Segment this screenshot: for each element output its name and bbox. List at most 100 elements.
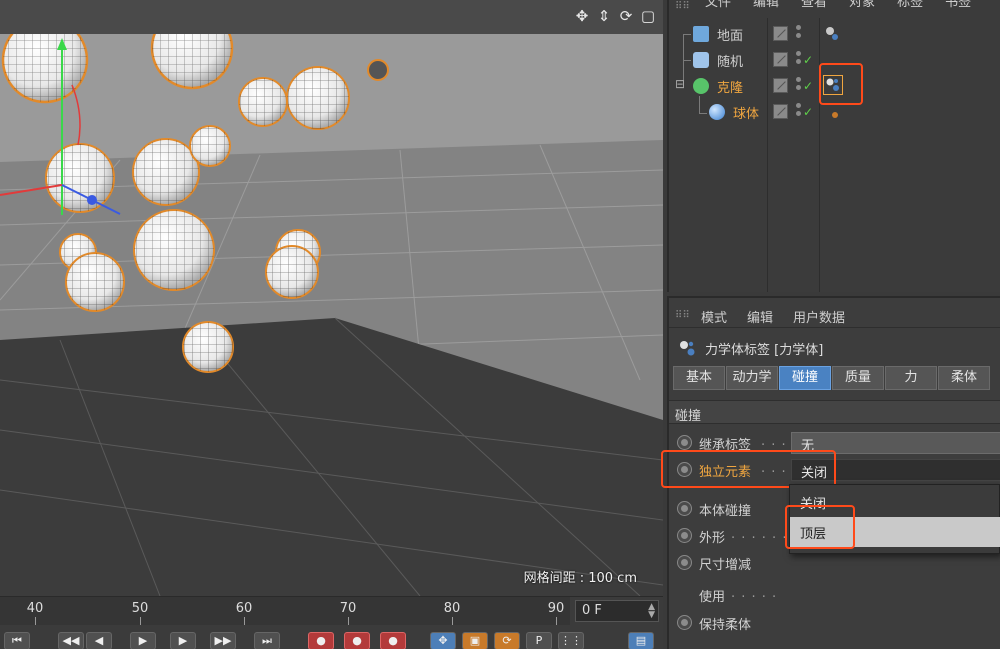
tick-label: 70 [339, 601, 357, 616]
visibility-dots[interactable] [796, 51, 802, 67]
animate-radio-icon[interactable] [677, 555, 692, 570]
tag-icon[interactable] [823, 24, 843, 44]
keyframe-selection-icon[interactable]: ● [380, 632, 406, 649]
current-frame-field[interactable]: 0 F ▲ ▼ [575, 600, 659, 622]
transport-controls: ⏮ ◀◀ ◀ ▶ ▶ ▶▶ ⏭ ● ● ● ✥ ▣ ⟳ P ⋮⋮ ▤ [0, 629, 663, 649]
goto-end-icon[interactable]: ⏭ [254, 632, 280, 649]
object-manager: ⠿⠿ 文件 编辑 查看 对象 标签 书签 地面 随机 ✓ ⊟ 克隆 ✓ 球体 ✓ [667, 0, 1000, 292]
layer-icon[interactable] [773, 78, 788, 93]
layer-icon[interactable] [773, 104, 788, 119]
spinner-icon[interactable]: ▲ ▼ [648, 603, 655, 620]
maximize-view-icon[interactable]: ▢ [639, 6, 657, 26]
attribute-manager: ⠿⠿ 模式 编辑 用户数据 力学体标签 [力学体] 基本 动力学 碰撞 质量 力… [661, 296, 1000, 649]
object-name: 球体 [733, 107, 760, 122]
menu-file[interactable]: 文件 [705, 0, 731, 14]
viewport-nav-icons: ✥ ⇕ ⟳ ▢ [573, 6, 657, 26]
tick-label: 80 [443, 601, 461, 616]
animate-radio-icon[interactable] [677, 615, 692, 630]
animate-radio-icon[interactable] [677, 435, 692, 450]
tick-label: 50 [131, 601, 149, 616]
tab-soft-body[interactable]: 柔体 [938, 366, 990, 390]
tick-label: 60 [235, 601, 253, 616]
cloner-icon [693, 78, 709, 94]
prev-key-icon[interactable]: ◀◀ [58, 632, 84, 649]
viewport-header [0, 0, 663, 34]
highlight-box [661, 450, 836, 488]
visibility-dots[interactable] [796, 77, 802, 93]
menu-mode[interactable]: 模式 [701, 307, 727, 327]
animate-radio-icon[interactable] [677, 528, 692, 543]
enabled-check-icon[interactable]: ✓ [803, 53, 813, 67]
attribute-manager-menu: ⠿⠿ 模式 编辑 用户数据 [669, 298, 1000, 328]
dolly-view-icon[interactable]: ⇕ [595, 6, 613, 26]
object-row-floor[interactable]: 地面 [669, 21, 1000, 47]
play-icon[interactable]: ▶ [130, 632, 156, 649]
scale-key-icon[interactable]: ▣ [462, 632, 488, 649]
timeline-icon[interactable]: ▤ [628, 632, 654, 649]
section-title: 碰撞 [669, 400, 1000, 424]
menu-edit[interactable]: 编辑 [747, 307, 773, 327]
object-row-sphere[interactable]: 球体 ✓ [669, 99, 1000, 125]
prop-dots: . . . [761, 434, 787, 449]
tick-label: 40 [26, 601, 44, 616]
tab-mass[interactable]: 质量 [832, 366, 884, 390]
next-key-icon[interactable]: ▶▶ [210, 632, 236, 649]
highlight-box [785, 505, 855, 549]
attribute-title-text: 力学体标签 [力学体] [705, 342, 824, 358]
prop-dots: . . . . . [731, 586, 778, 601]
menu-view[interactable]: 查看 [801, 0, 827, 14]
viewport-scene[interactable] [0, 0, 663, 596]
prop-label: 保持柔体 [699, 618, 752, 633]
object-manager-menu: ⠿⠿ 文件 编辑 查看 对象 标签 书签 [669, 0, 1000, 14]
menu-tags[interactable]: 标签 [897, 0, 923, 14]
prop-label: 使用 [699, 590, 726, 605]
grip-icon[interactable]: ⠿⠿ [675, 0, 690, 14]
visibility-dots[interactable] [796, 25, 802, 41]
grip-icon[interactable]: ⠿⠿ [675, 310, 690, 321]
record-icon[interactable]: ● [308, 632, 334, 649]
animate-radio-icon[interactable] [677, 501, 692, 516]
3d-viewport[interactable]: ✥ ⇕ ⟳ ▢ 网格间距 : 100 cm [0, 0, 663, 596]
prop-label: 本体碰撞 [699, 504, 752, 519]
tag-icon[interactable] [823, 102, 843, 122]
rotate-view-icon[interactable]: ⟳ [617, 6, 635, 26]
timeline-ruler[interactable]: 40 50 60 70 80 90 [0, 597, 570, 625]
move-view-icon[interactable]: ✥ [573, 6, 591, 26]
layer-icon[interactable] [773, 26, 788, 41]
timeline[interactable]: 40 50 60 70 80 90 0 F ▲ ▼ ⏮ ◀◀ ◀ ▶ ▶ ▶▶ ⏭… [0, 596, 663, 649]
current-frame-value: 0 F [582, 603, 602, 618]
object-name: 地面 [717, 29, 744, 44]
prop-label: 尺寸增减 [699, 558, 752, 573]
move-key-icon[interactable]: ✥ [430, 632, 456, 649]
tick-label: 90 [547, 601, 565, 616]
dynamics-tag-icon [680, 341, 695, 356]
autokey-icon[interactable]: ● [344, 632, 370, 649]
point-key-icon[interactable]: ⋮⋮ [558, 632, 584, 649]
menu-user-data[interactable]: 用户数据 [793, 307, 845, 327]
prop-keep-soft-body[interactable]: 保持柔体 [669, 610, 1000, 636]
attribute-title: 力学体标签 [力学体] [677, 338, 823, 358]
param-key-icon[interactable]: P [526, 632, 552, 649]
next-frame-icon[interactable]: ▶ [170, 632, 196, 649]
prop-use[interactable]: 使用 . . . . . [669, 582, 1000, 608]
layer-icon[interactable] [773, 52, 788, 67]
enabled-check-icon[interactable]: ✓ [803, 79, 813, 93]
attribute-tabs: 基本 动力学 碰撞 质量 力 柔体 [673, 366, 991, 390]
enabled-check-icon[interactable]: ✓ [803, 105, 813, 119]
tab-collision[interactable]: 碰撞 [779, 366, 831, 390]
object-name: 随机 [717, 55, 744, 70]
collapse-icon[interactable]: ⊟ [675, 77, 685, 91]
menu-bookmarks[interactable]: 书签 [945, 0, 971, 14]
tab-basic[interactable]: 基本 [673, 366, 725, 390]
menu-edit[interactable]: 编辑 [753, 0, 779, 14]
tab-force[interactable]: 力 [885, 366, 937, 390]
grid-spacing-label: 网格间距 : 100 cm [523, 571, 637, 586]
prop-label: 外形 [699, 531, 726, 546]
rotate-key-icon[interactable]: ⟳ [494, 632, 520, 649]
visibility-dots[interactable] [796, 103, 802, 119]
goto-start-icon[interactable]: ⏮ [4, 632, 30, 649]
menu-object[interactable]: 对象 [849, 0, 875, 14]
floor-icon [693, 26, 709, 42]
prev-frame-icon[interactable]: ◀ [86, 632, 112, 649]
tab-dynamics[interactable]: 动力学 [726, 366, 778, 390]
